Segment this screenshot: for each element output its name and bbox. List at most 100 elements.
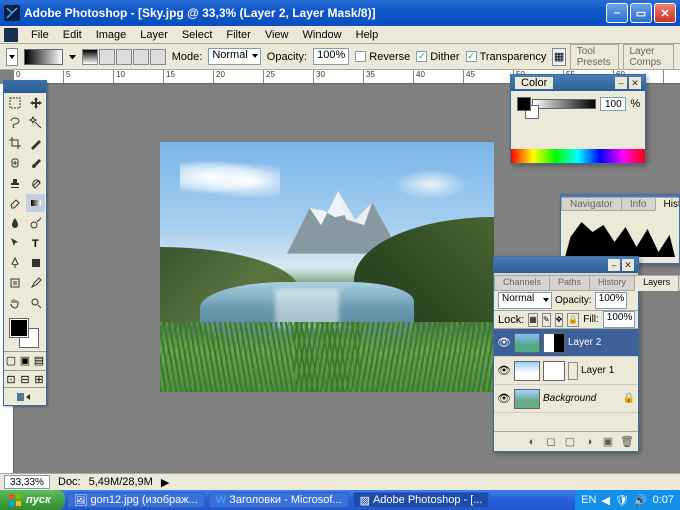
document-icon[interactable] bbox=[4, 28, 18, 42]
lock-position-icon[interactable]: ✥ bbox=[555, 313, 564, 327]
adjustment-layer-icon[interactable]: ◑ bbox=[582, 435, 596, 449]
screen-mode-1[interactable]: ⊡ bbox=[4, 371, 18, 387]
zoom-tool[interactable] bbox=[25, 293, 46, 313]
gradient-reflected-button[interactable] bbox=[133, 49, 149, 65]
pen-tool[interactable] bbox=[4, 253, 25, 273]
layer-thumbnail[interactable] bbox=[514, 333, 540, 353]
menu-help[interactable]: Help bbox=[349, 28, 386, 42]
heal-tool[interactable] bbox=[4, 153, 25, 173]
path-select-tool[interactable] bbox=[4, 233, 25, 253]
stamp-tool[interactable] bbox=[4, 173, 25, 193]
mask-thumbnail[interactable] bbox=[543, 361, 565, 381]
color-swatches[interactable] bbox=[8, 317, 42, 347]
gradient-tool[interactable] bbox=[25, 193, 46, 213]
panel-close-icon[interactable]: ✕ bbox=[629, 77, 641, 89]
start-button[interactable]: пуск bbox=[0, 490, 65, 510]
screen-mode-3[interactable]: ⊞ bbox=[32, 371, 46, 387]
layer-row[interactable]: 👁 Layer 1 bbox=[494, 357, 638, 385]
layer-name[interactable]: Layer 1 bbox=[581, 365, 614, 376]
crop-tool[interactable] bbox=[4, 133, 25, 153]
notes-tool[interactable] bbox=[4, 273, 25, 293]
taskbar-item[interactable]: ▨Adobe Photoshop - [... bbox=[353, 492, 490, 508]
eyedropper-tool[interactable] bbox=[25, 273, 46, 293]
tray-icon[interactable]: 🛡 bbox=[615, 494, 629, 507]
layer-name[interactable]: Layer 2 bbox=[568, 337, 601, 348]
document-canvas[interactable] bbox=[160, 142, 494, 392]
imageready-button[interactable] bbox=[4, 387, 46, 405]
visibility-icon[interactable]: 👁 bbox=[497, 364, 511, 378]
color-tab[interactable]: Color bbox=[515, 77, 553, 89]
new-set-icon[interactable]: ▢ bbox=[563, 435, 577, 449]
eraser-tool[interactable] bbox=[4, 193, 25, 213]
dodge-tool[interactable] bbox=[25, 213, 46, 233]
gradient-dropdown-icon[interactable] bbox=[69, 55, 76, 59]
clock[interactable]: 0:07 bbox=[653, 494, 674, 506]
gradient-linear-button[interactable] bbox=[82, 49, 98, 65]
color-panel-titlebar[interactable]: Color ‒✕ bbox=[511, 75, 645, 91]
gradient-angle-button[interactable] bbox=[116, 49, 132, 65]
histogram-tab[interactable]: Histogram bbox=[655, 197, 680, 211]
lock-pixels-icon[interactable]: ✎ bbox=[542, 313, 551, 327]
panel-minimize-icon[interactable]: ‒ bbox=[615, 77, 627, 89]
layers-tab[interactable]: Layers bbox=[634, 275, 679, 291]
menu-filter[interactable]: Filter bbox=[219, 28, 257, 42]
color-spectrum[interactable] bbox=[511, 149, 645, 163]
window-maximize-button[interactable]: ▭ bbox=[630, 3, 652, 23]
layer-row[interactable]: 👁 Layer 2 bbox=[494, 329, 638, 357]
color-k-input[interactable] bbox=[600, 97, 626, 111]
window-close-button[interactable]: ✕ bbox=[654, 3, 676, 23]
hand-tool[interactable] bbox=[4, 293, 25, 313]
taskbar-item[interactable]: WЗаголовки - Microsof... bbox=[209, 492, 349, 508]
lock-all-icon[interactable]: 🔒 bbox=[567, 313, 579, 327]
blend-mode-select[interactable]: Normal bbox=[208, 48, 260, 65]
layer-style-icon[interactable]: ◐ bbox=[525, 435, 539, 449]
layer-name[interactable]: Background bbox=[543, 393, 596, 404]
tool-presets-tab[interactable]: Tool Presets bbox=[570, 44, 619, 70]
layer-blend-select[interactable]: Normal bbox=[498, 292, 552, 309]
reverse-checkbox[interactable]: Reverse bbox=[355, 51, 410, 63]
layer-row[interactable]: 👁 Background 🔒 bbox=[494, 385, 638, 413]
zoom-input[interactable] bbox=[4, 475, 50, 489]
taskbar-item[interactable]: 🖼gon12.jpg (изображ... bbox=[67, 492, 205, 508]
transparency-checkbox[interactable]: ✓Transparency bbox=[466, 51, 547, 63]
color-k-slider[interactable] bbox=[532, 99, 596, 109]
blur-tool[interactable] bbox=[4, 213, 25, 233]
delete-layer-icon[interactable]: 🗑 bbox=[620, 435, 634, 449]
palette-well-button[interactable]: ▦ bbox=[552, 48, 565, 66]
language-indicator[interactable]: EN bbox=[581, 494, 596, 506]
fullscreen-button[interactable]: ▤ bbox=[32, 352, 46, 368]
lock-transparency-icon[interactable]: ▦ bbox=[528, 313, 538, 327]
navigator-tab[interactable]: Navigator bbox=[561, 197, 622, 211]
dither-checkbox[interactable]: ✓Dither bbox=[416, 51, 459, 63]
tool-preset-picker[interactable] bbox=[6, 48, 18, 66]
menu-select[interactable]: Select bbox=[175, 28, 220, 42]
menu-file[interactable]: File bbox=[24, 28, 56, 42]
fill-input[interactable]: 100% bbox=[603, 311, 635, 328]
shape-tool[interactable] bbox=[25, 253, 46, 273]
gradient-radial-button[interactable] bbox=[99, 49, 115, 65]
visibility-icon[interactable]: 👁 bbox=[497, 336, 511, 350]
opacity-input[interactable]: 100% bbox=[313, 48, 349, 65]
standard-mode-button[interactable]: ▢ bbox=[4, 352, 18, 368]
tray-icon[interactable]: 🔊 bbox=[634, 494, 648, 507]
status-arrow-icon[interactable]: ▶ bbox=[161, 476, 169, 489]
menu-layer[interactable]: Layer bbox=[133, 28, 175, 42]
toolbox-titlebar[interactable] bbox=[4, 81, 46, 93]
move-tool[interactable] bbox=[25, 93, 46, 113]
gradient-preview[interactable] bbox=[24, 49, 63, 65]
layers-panel-titlebar[interactable]: ‒✕ bbox=[494, 257, 638, 273]
wand-tool[interactable] bbox=[25, 113, 46, 133]
channels-tab[interactable]: Channels bbox=[494, 275, 550, 291]
foreground-color[interactable] bbox=[10, 319, 28, 337]
layer-thumbnail[interactable] bbox=[514, 361, 540, 381]
layer-thumbnail[interactable] bbox=[514, 389, 540, 409]
gradient-diamond-button[interactable] bbox=[150, 49, 166, 65]
history-tab[interactable]: History bbox=[589, 275, 635, 291]
layer-comps-tab[interactable]: Layer Comps bbox=[623, 44, 675, 70]
layer-opacity-input[interactable]: 100% bbox=[595, 292, 627, 309]
screen-mode-2[interactable]: ⊟ bbox=[18, 371, 32, 387]
panel-close-icon[interactable]: ✕ bbox=[622, 259, 634, 271]
info-tab[interactable]: Info bbox=[621, 197, 656, 211]
menu-image[interactable]: Image bbox=[89, 28, 134, 42]
menu-view[interactable]: View bbox=[258, 28, 296, 42]
